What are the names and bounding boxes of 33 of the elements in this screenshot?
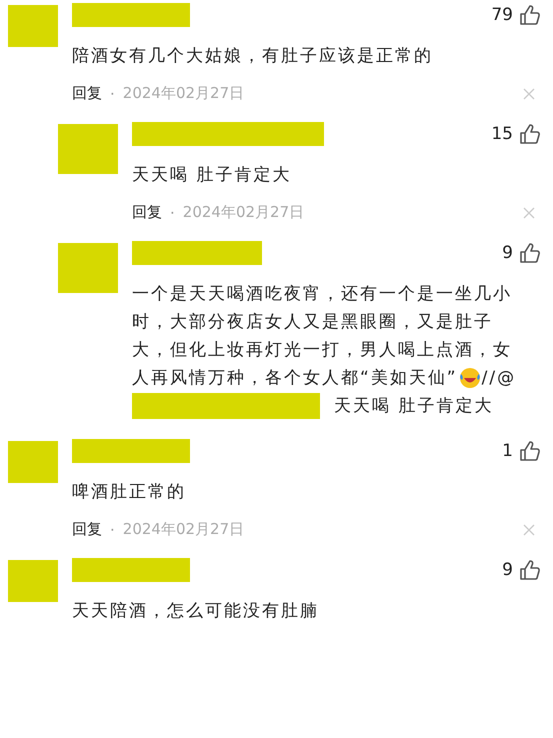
redaction-block (8, 441, 58, 483)
reply-link[interactable]: 回复 (72, 84, 102, 103)
like-count: 9 (502, 243, 513, 263)
comment-text: 陪酒女有几个大姑娘，有肚子应该是正常的 (72, 45, 433, 68)
comment-text: 天天喝 肚子肯定大 (132, 164, 292, 187)
like-count: 79 (491, 5, 513, 25)
comment-date: 2024年02月27日 (122, 520, 244, 539)
reply-link[interactable]: 回复 (132, 203, 162, 222)
thumbs-up-icon[interactable] (519, 440, 541, 462)
comment-text: 天天喝 肚子肯定大 (334, 395, 494, 418)
separator-dot: · (170, 204, 175, 222)
reply-link[interactable]: 回复 (72, 520, 102, 539)
redaction-block (58, 124, 118, 174)
thumbs-up-icon[interactable] (519, 242, 541, 264)
redaction-block (58, 243, 118, 293)
thumbs-up-icon[interactable] (519, 4, 541, 26)
comment-date: 2024年02月27日 (182, 203, 304, 222)
like-count: 15 (491, 124, 513, 144)
comment-text: 人再风情万种，各个女人都“美如天仙” (132, 367, 458, 390)
like-count: 9 (502, 560, 513, 580)
separator-dot: · (110, 84, 115, 102)
redaction-block (8, 560, 58, 602)
redaction-block (8, 5, 58, 47)
comment-text: 天天陪酒，怎么可能没有肚腩 (72, 600, 319, 623)
thumbs-up-icon[interactable] (519, 123, 541, 145)
separator-dot: · (110, 520, 115, 538)
comment-text: 啤酒肚正常的 (72, 481, 186, 504)
comment-text: 一个是天天喝酒吃夜宵，还有一个是一坐几小时，大部分夜店女人又是黑眼圈，又是肚子大，但化上妆再灯光一打，男人喝上点酒，女 (132, 283, 513, 362)
comment-date: 2024年02月27日 (122, 84, 244, 103)
comment-text: //@ (482, 367, 516, 390)
thumbs-up-icon[interactable] (519, 559, 541, 581)
like-count: 1 (502, 441, 513, 461)
laughing-emoji-icon (458, 367, 481, 389)
